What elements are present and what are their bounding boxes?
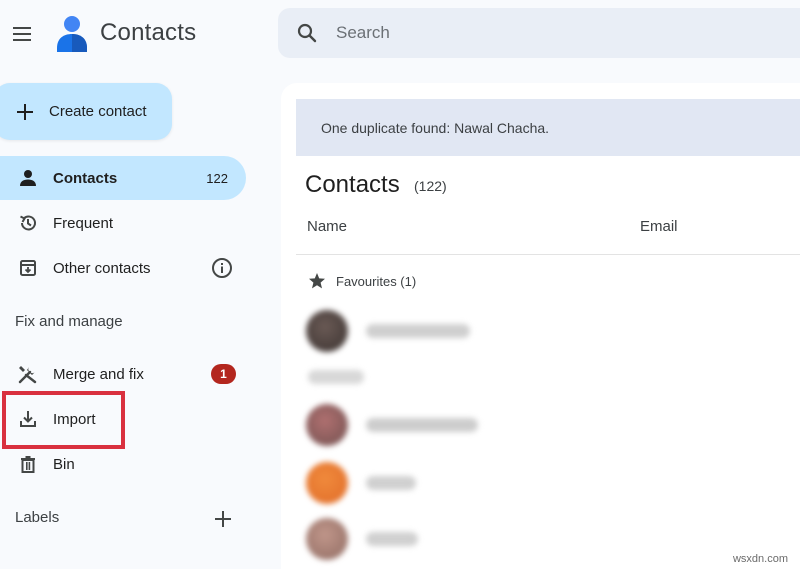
history-icon	[17, 212, 39, 234]
hamburger-icon	[13, 27, 31, 41]
sidebar-item-label: Bin	[53, 455, 75, 473]
trash-icon	[17, 453, 39, 475]
create-contact-label: Create contact	[49, 103, 147, 120]
favourites-section-header: Favourites (1)	[307, 271, 416, 291]
sidebar-item-other-contacts[interactable]: Other contacts	[0, 246, 246, 290]
search-icon[interactable]	[296, 22, 318, 44]
sidebar-item-merge-and-fix[interactable]: Merge and fix 1	[0, 352, 246, 396]
section-label	[308, 370, 364, 384]
contact-name	[366, 532, 418, 546]
info-icon[interactable]	[211, 257, 233, 279]
merge-count-badge: 1	[211, 364, 236, 384]
contacts-count: 122	[206, 170, 228, 186]
sidebar-item-frequent[interactable]: Frequent	[0, 201, 246, 245]
avatar	[306, 462, 348, 504]
contact-name	[366, 324, 470, 338]
avatar	[306, 310, 348, 352]
search-bar[interactable]	[278, 8, 800, 58]
tools-icon	[17, 363, 39, 385]
contact-name	[366, 418, 478, 432]
avatar	[306, 404, 348, 446]
sidebar-item-contacts[interactable]: Contacts 122	[0, 156, 246, 200]
column-header-name[interactable]: Name	[307, 218, 347, 235]
avatar	[306, 518, 348, 560]
import-highlight-annotation	[2, 391, 125, 449]
list-title: Contacts	[305, 171, 400, 198]
header-divider	[296, 254, 800, 255]
favourites-label: Favourites (1)	[336, 273, 417, 289]
add-label-button[interactable]	[211, 507, 235, 531]
download-box-icon	[17, 257, 39, 279]
watermark: wsxdn.com	[732, 553, 788, 565]
person-icon	[17, 167, 39, 189]
column-header-email[interactable]: Email	[640, 218, 678, 235]
duplicate-banner-text: One duplicate found: Nawal Chacha.	[321, 119, 550, 136]
plus-icon	[215, 511, 231, 527]
plus-icon	[14, 101, 36, 123]
search-input[interactable]	[336, 23, 736, 43]
sidebar-item-label: Merge and fix	[53, 365, 144, 383]
create-contact-button[interactable]: Create contact	[0, 83, 172, 140]
contacts-logo-icon	[54, 14, 90, 54]
fix-and-manage-heading: Fix and manage	[15, 313, 123, 330]
star-icon	[307, 271, 327, 291]
contact-name	[366, 476, 416, 490]
sidebar-item-label: Contacts	[53, 169, 118, 187]
app-title: Contacts	[100, 19, 197, 46]
labels-heading: Labels	[15, 509, 60, 526]
sidebar-item-label: Frequent	[53, 214, 114, 232]
list-count: (122)	[414, 178, 447, 194]
sidebar-item-label: Other contacts	[53, 259, 151, 277]
main-menu-button[interactable]	[8, 20, 36, 48]
duplicate-banner[interactable]: One duplicate found: Nawal Chacha.	[296, 99, 800, 156]
